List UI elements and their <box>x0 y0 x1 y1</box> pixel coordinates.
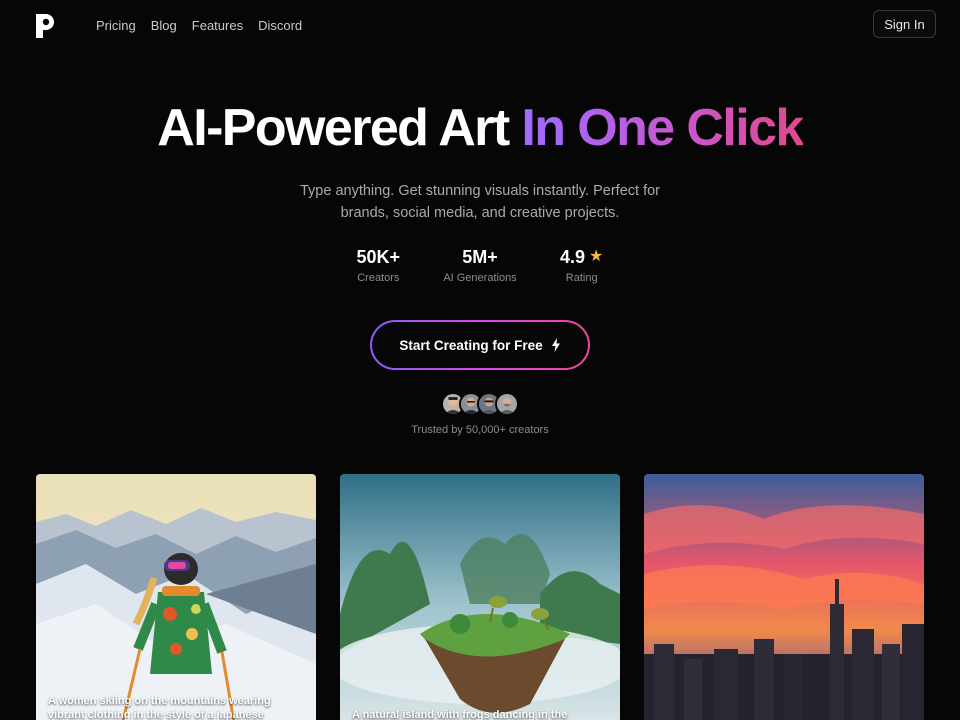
nav-link-features[interactable]: Features <box>192 17 243 35</box>
gallery-grid: A women skiing on the mountains wearing … <box>36 474 924 720</box>
top-navbar: ai Pricing Blog Features Discord Sign In <box>0 0 960 52</box>
stat-creators: 50K+ Creators <box>349 246 407 284</box>
lightning-bolt-icon <box>551 338 560 352</box>
hero-title: AI-Powered Art In One Click <box>0 96 960 160</box>
start-creating-button[interactable]: Start Creating for Free <box>372 322 588 368</box>
gallery-caption: A natural island with frogs dancing in t… <box>352 709 568 720</box>
brand-logo[interactable]: ai <box>36 14 56 40</box>
stat-rating: 4.9 ★ Rating <box>553 246 611 284</box>
stat-generations: 5M+ AI Generations <box>443 246 516 284</box>
stat-value-wrap: 4.9 ★ <box>553 246 611 268</box>
cta-label: Start Creating for Free <box>399 337 543 353</box>
stat-value: 5M+ <box>462 247 498 267</box>
cta-border: Start Creating for Free <box>370 320 590 370</box>
city-sunset-image <box>644 474 924 720</box>
gallery-caption: A women skiing on the mountains wearing … <box>48 695 271 720</box>
stats-row: 50K+ Creators 5M+ AI Generations 4.9 ★ R… <box>0 246 960 284</box>
nav-link-discord[interactable]: Discord <box>258 17 302 35</box>
hero-subtitle: Type anything. Get stunning visuals inst… <box>299 183 660 221</box>
island-image <box>340 474 620 720</box>
nav-links: Pricing Blog Features Discord <box>96 17 302 35</box>
creator-avatars <box>441 392 519 416</box>
star-icon: ★ <box>589 248 604 265</box>
nav-link-pricing[interactable]: Pricing <box>96 17 136 35</box>
gallery-card-skier[interactable]: A women skiing on the mountains wearing … <box>36 474 316 720</box>
stat-label: Rating <box>565 272 598 284</box>
gallery-card-city[interactable] <box>644 474 924 720</box>
stat-label: Creators <box>357 272 400 284</box>
stat-label: AI Generations <box>443 272 517 284</box>
hero-title-gradient: In One Click <box>521 99 804 157</box>
gallery-card-island[interactable]: A natural island with frogs dancing in t… <box>340 474 620 720</box>
nav-link-blog[interactable]: Blog <box>151 17 177 35</box>
svg-text:ai: ai <box>46 34 51 40</box>
sign-in-button[interactable]: Sign In <box>873 10 936 38</box>
stat-value: 4.9 <box>560 247 586 267</box>
trusted-text: Trusted by 50,000+ creators <box>411 424 549 436</box>
skier-image <box>36 474 316 720</box>
stat-value: 50K+ <box>356 247 401 267</box>
hero-title-plain: AI-Powered Art <box>157 99 522 157</box>
avatar <box>495 392 519 416</box>
